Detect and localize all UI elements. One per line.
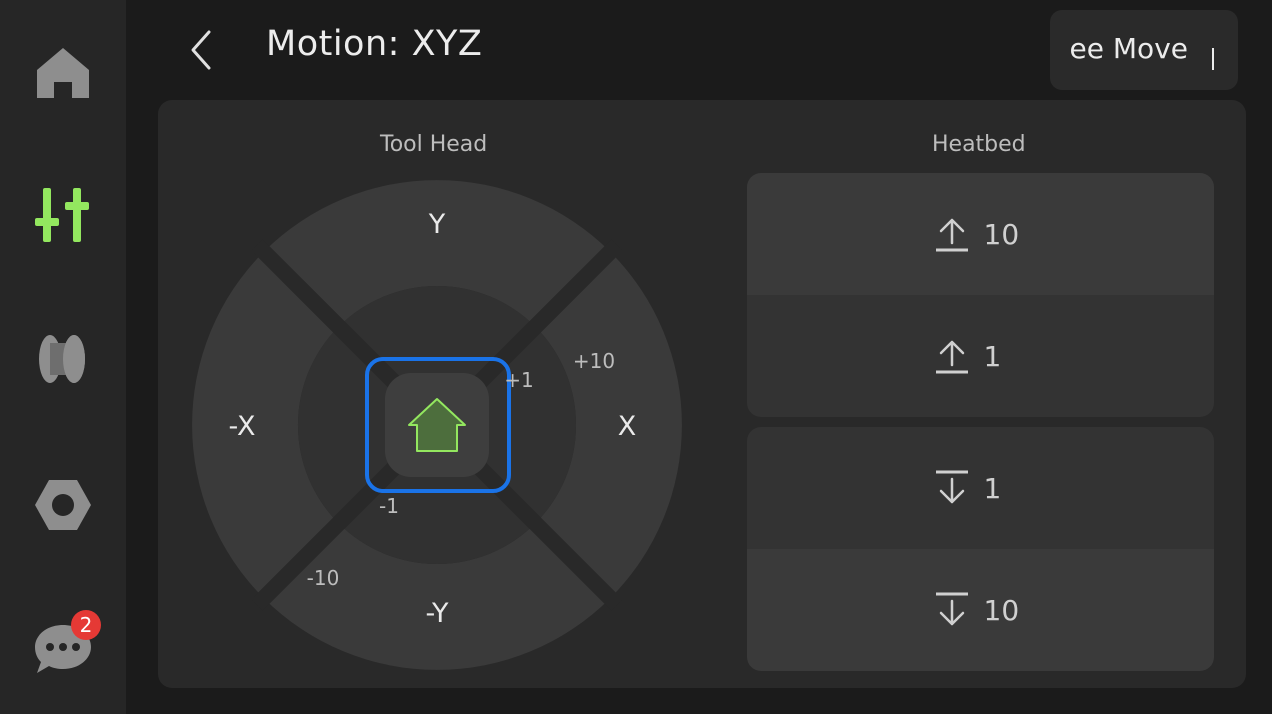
step-plus-1-label: +1: [504, 368, 533, 392]
neg-x-label: -X: [229, 411, 256, 442]
heatbed-down-group: 1 10: [747, 427, 1214, 671]
step-minus-10-label: -10: [307, 566, 340, 590]
sidebar-item-controls[interactable]: [0, 160, 126, 270]
heatbed-step-value: 1: [983, 471, 1002, 505]
tool-head-label: Tool Head: [380, 132, 488, 157]
heatbed-step-value: 10: [983, 593, 1020, 627]
chevron-left-icon: [191, 30, 211, 70]
arrow-up-icon: [935, 218, 968, 252]
xy-jog-pad: Y -Y X -X +10 +1 -1 -10: [192, 180, 682, 670]
page-title: Motion: XYZ: [266, 24, 483, 64]
notification-badge: 2: [71, 610, 101, 640]
heatbed-label: Heatbed: [932, 132, 1026, 157]
heatbed-step-value: 1: [983, 339, 1002, 373]
sidebar-item-home[interactable]: [0, 18, 126, 128]
sidebar-item-filament[interactable]: [0, 304, 126, 414]
scroll-marker: [1212, 48, 1214, 70]
sidebar-item-settings[interactable]: [0, 450, 126, 560]
heatbed-up-10-button[interactable]: 10: [747, 173, 1214, 295]
mode-button-label: ee Move: [1069, 32, 1188, 65]
arrow-up-icon: [935, 340, 968, 374]
y-label: Y: [428, 209, 446, 240]
back-button[interactable]: [180, 26, 220, 74]
heatbed-down-1-button[interactable]: 1: [747, 427, 1214, 549]
heatbed-down-10-button[interactable]: 10: [747, 549, 1214, 671]
heatbed-up-1-button[interactable]: 1: [747, 295, 1214, 417]
heatbed-up-group: 10 1: [747, 173, 1214, 417]
filament-spool-icon: [39, 335, 85, 383]
arrow-down-icon: [935, 592, 968, 626]
mode-button[interactable]: ee Move: [1050, 10, 1238, 90]
nut-icon: [35, 480, 91, 530]
sidebar: 2: [0, 0, 126, 714]
x-label: X: [618, 411, 637, 442]
neg-y-label: -Y: [425, 598, 449, 629]
arrow-down-icon: [935, 470, 968, 504]
home-icon: [37, 48, 89, 98]
sidebar-item-messages[interactable]: 2: [0, 594, 126, 704]
sliders-icon: [35, 188, 89, 242]
heatbed-step-value: 10: [983, 217, 1020, 251]
step-plus-10-label: +10: [573, 349, 615, 373]
step-minus-1-label: -1: [379, 494, 399, 518]
